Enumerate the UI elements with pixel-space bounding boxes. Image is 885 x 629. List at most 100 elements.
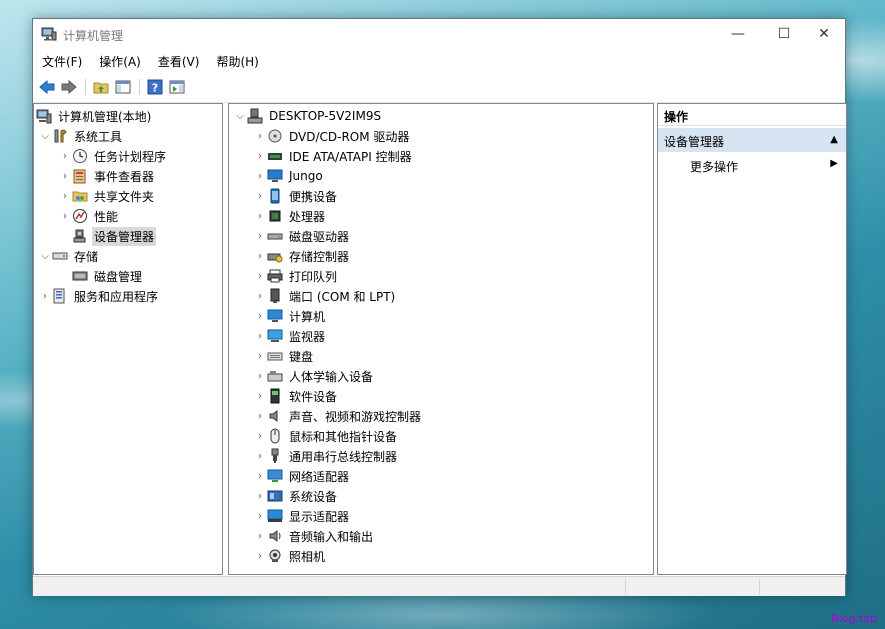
device-category-row[interactable]: › 网络适配器 bbox=[253, 466, 351, 486]
device-category-row[interactable]: › 计算机 bbox=[253, 306, 327, 326]
chevron-right-icon[interactable]: › bbox=[58, 209, 72, 223]
action-pane-icon[interactable] bbox=[167, 77, 187, 97]
device-category-row[interactable]: › 端口 (COM 和 LPT) bbox=[253, 286, 397, 306]
tree-item-computer-management[interactable]: 计算机管理(本地) bbox=[36, 106, 153, 126]
forward-arrow-icon[interactable] bbox=[59, 77, 79, 97]
device-category-row[interactable]: › 便携设备 bbox=[253, 186, 339, 206]
tree-item-label: 性能 bbox=[94, 209, 119, 224]
more-actions-label: 更多操作 bbox=[690, 160, 739, 174]
chevron-right-icon[interactable]: › bbox=[58, 149, 72, 163]
chevron-right-icon[interactable]: › bbox=[38, 289, 52, 303]
tree-item-label: 设备管理器 bbox=[92, 226, 157, 246]
chevron-right-icon[interactable]: › bbox=[253, 429, 267, 443]
printer-icon bbox=[267, 268, 283, 284]
chevron-right-icon[interactable]: › bbox=[253, 469, 267, 483]
device-category-row[interactable]: › 打印队列 bbox=[253, 266, 339, 286]
device-category-row[interactable]: › 通用串行总线控制器 bbox=[253, 446, 399, 466]
chevron-right-icon[interactable]: › bbox=[253, 169, 267, 183]
chevron-right-icon[interactable]: › bbox=[253, 449, 267, 463]
tree-item-performance[interactable]: › 性能 bbox=[58, 206, 120, 226]
actions-section-label: 设备管理器 bbox=[664, 135, 725, 149]
disk-drive-icon bbox=[267, 228, 283, 244]
collapse-up-icon[interactable]: ▲ bbox=[830, 134, 838, 145]
device-category-row[interactable]: › 鼠标和其他指针设备 bbox=[253, 426, 399, 446]
chevron-right-icon[interactable]: › bbox=[253, 229, 267, 243]
chevron-right-icon[interactable]: › bbox=[253, 309, 267, 323]
device-category-label: 网络适配器 bbox=[289, 469, 350, 484]
device-category-row[interactable]: › 软件设备 bbox=[253, 386, 339, 406]
tree-item-services-apps[interactable]: › 服务和应用程序 bbox=[38, 286, 160, 306]
network-adapter-icon bbox=[267, 468, 283, 484]
chevron-down-icon[interactable]: ⌵ bbox=[233, 109, 247, 123]
chevron-right-icon[interactable]: › bbox=[253, 369, 267, 383]
device-category-row[interactable]: › Jungo bbox=[253, 166, 325, 186]
tree-item-label: 磁盘管理 bbox=[94, 269, 143, 284]
title-bar[interactable]: 计算机管理 — ☐ ✕ bbox=[33, 19, 845, 49]
device-category-row[interactable]: › 磁盘驱动器 bbox=[253, 226, 351, 246]
menu-help[interactable]: 帮助(H) bbox=[207, 50, 266, 72]
actions-section-device-manager[interactable]: 设备管理器 ▲ bbox=[658, 128, 846, 152]
chevron-right-icon[interactable]: › bbox=[253, 189, 267, 203]
device-category-row[interactable]: › 显示适配器 bbox=[253, 506, 351, 526]
chevron-right-icon[interactable]: › bbox=[253, 349, 267, 363]
device-tree-root[interactable]: ⌵ DESKTOP-5V2IM9S bbox=[233, 106, 383, 126]
up-folder-icon[interactable] bbox=[91, 77, 111, 97]
tree-item-device-manager[interactable]: 设备管理器 bbox=[72, 226, 157, 246]
more-actions-item[interactable]: 更多操作 ▶ bbox=[658, 154, 846, 176]
chevron-right-icon[interactable]: › bbox=[58, 189, 72, 203]
help-icon[interactable]: ? bbox=[145, 77, 165, 97]
device-category-row[interactable]: › 音频输入和输出 bbox=[253, 526, 375, 546]
show-hide-tree-icon[interactable] bbox=[113, 77, 133, 97]
tree-item-storage[interactable]: ⌵ 存储 bbox=[38, 246, 100, 266]
chevron-right-icon[interactable]: › bbox=[253, 249, 267, 263]
chevron-down-icon[interactable]: ⌵ bbox=[38, 129, 52, 143]
device-category-label: 声音、视频和游戏控制器 bbox=[289, 409, 422, 424]
chevron-right-icon[interactable]: › bbox=[253, 529, 267, 543]
device-category-row[interactable]: › 监视器 bbox=[253, 326, 327, 346]
chevron-right-icon[interactable]: › bbox=[253, 289, 267, 303]
device-category-row[interactable]: › 声音、视频和游戏控制器 bbox=[253, 406, 423, 426]
tree-item-event-viewer[interactable]: › 事件查看器 bbox=[58, 166, 156, 186]
device-category-row[interactable]: › 存储控制器 bbox=[253, 246, 351, 266]
device-category-row[interactable]: › 处理器 bbox=[253, 206, 327, 226]
chevron-right-icon[interactable]: › bbox=[253, 409, 267, 423]
chevron-right-icon[interactable]: › bbox=[253, 129, 267, 143]
back-arrow-icon[interactable] bbox=[37, 77, 57, 97]
hid-icon bbox=[267, 368, 283, 384]
chevron-right-icon[interactable]: › bbox=[253, 269, 267, 283]
device-category-row[interactable]: › IDE ATA/ATAPI 控制器 bbox=[253, 146, 414, 166]
chevron-down-icon[interactable]: ⌵ bbox=[38, 249, 52, 263]
menu-action[interactable]: 操作(A) bbox=[90, 50, 149, 72]
event-viewer-icon bbox=[72, 168, 88, 184]
close-button[interactable]: ✕ bbox=[801, 19, 847, 49]
tree-item-system-tools[interactable]: ⌵ 系统工具 bbox=[38, 126, 124, 146]
chevron-right-icon[interactable]: › bbox=[253, 389, 267, 403]
minimize-button[interactable]: — bbox=[715, 19, 761, 49]
processor-icon bbox=[267, 208, 283, 224]
device-category-row[interactable]: › 系统设备 bbox=[253, 486, 339, 506]
chevron-right-icon[interactable]: › bbox=[253, 489, 267, 503]
chevron-right-icon[interactable]: › bbox=[253, 329, 267, 343]
device-category-label: 软件设备 bbox=[289, 389, 338, 404]
jungo-icon bbox=[267, 168, 283, 184]
chevron-right-icon[interactable]: › bbox=[253, 549, 267, 563]
tree-item-task-scheduler[interactable]: › 任务计划程序 bbox=[58, 146, 168, 166]
device-tree-pane: ⌵ DESKTOP-5V2IM9S › DVD/CD-ROM 驱动器 › IDE AT… bbox=[228, 103, 654, 575]
chevron-right-icon[interactable]: › bbox=[253, 509, 267, 523]
chevron-right-icon[interactable]: › bbox=[253, 209, 267, 223]
device-category-row[interactable]: › 人体学输入设备 bbox=[253, 366, 375, 386]
device-category-row[interactable]: › 照相机 bbox=[253, 546, 327, 566]
chevron-right-icon[interactable]: › bbox=[253, 149, 267, 163]
device-category-row[interactable]: › DVD/CD-ROM 驱动器 bbox=[253, 126, 411, 146]
menu-file[interactable]: 文件(F) bbox=[33, 50, 90, 72]
status-bar bbox=[33, 576, 845, 596]
tree-item-disk-management[interactable]: 磁盘管理 bbox=[72, 266, 144, 286]
tree-item-shared-folders[interactable]: › 共享文件夹 bbox=[58, 186, 156, 206]
menu-view[interactable]: 查看(V) bbox=[149, 50, 208, 72]
camera-icon bbox=[267, 548, 283, 564]
computer-manage-icon bbox=[36, 108, 52, 124]
device-category-row[interactable]: › 键盘 bbox=[253, 346, 315, 366]
chevron-right-icon[interactable]: › bbox=[58, 169, 72, 183]
device-category-label: 打印队列 bbox=[289, 269, 338, 284]
system-device-icon bbox=[267, 488, 283, 504]
